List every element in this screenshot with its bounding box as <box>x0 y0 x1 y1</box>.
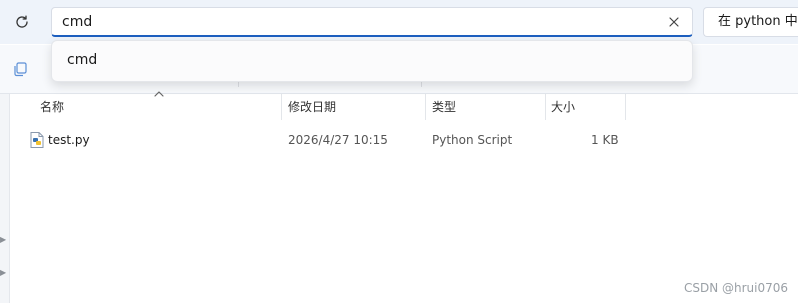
refresh-button[interactable] <box>10 10 34 34</box>
column-header-type[interactable]: 类型 <box>432 94 456 120</box>
chevron-right-icon[interactable]: ▶ <box>0 235 6 244</box>
suggestion-item[interactable]: cmd <box>67 52 97 68</box>
column-separator[interactable] <box>545 94 546 120</box>
search-input[interactable] <box>62 12 652 32</box>
column-headers: 名称 修改日期 类型 大小 <box>10 91 798 120</box>
navigation-pane[interactable]: ▶ ▶ <box>0 94 10 303</box>
search-box[interactable] <box>51 7 693 37</box>
column-header-modified[interactable]: 修改日期 <box>288 94 336 120</box>
chevron-right-icon[interactable]: ▶ <box>0 268 6 277</box>
column-separator[interactable] <box>425 94 426 120</box>
copy-button[interactable] <box>10 59 30 79</box>
watermark: CSDN @hrui0706 <box>683 281 788 295</box>
refresh-icon <box>16 15 28 28</box>
file-row[interactable]: test.py 2026/4/27 10:15 Python Script 1 … <box>26 127 626 153</box>
python-file-icon <box>30 132 44 148</box>
search-location-field[interactable]: 在 python 中搜 <box>703 7 798 37</box>
column-separator[interactable] <box>625 94 626 120</box>
clear-search-button[interactable] <box>666 14 682 30</box>
file-name[interactable]: test.py <box>48 127 90 153</box>
column-header-size[interactable]: 大小 <box>551 94 575 120</box>
close-icon <box>669 17 679 27</box>
search-suggestions: cmd <box>51 40 693 82</box>
file-explorer-window: 在 python 中搜 cmd ▶ ▶ 名称 修改日期 类型 大小 <box>0 0 798 303</box>
address-bar: 在 python 中搜 <box>0 0 798 44</box>
column-header-name[interactable]: 名称 <box>40 94 64 120</box>
file-modified: 2026/4/27 10:15 <box>288 133 388 147</box>
file-type: Python Script <box>432 133 513 147</box>
file-size: 1 KB <box>591 133 619 147</box>
column-separator[interactable] <box>281 94 282 120</box>
copy-icon <box>14 62 27 77</box>
sort-up-icon <box>154 91 164 97</box>
